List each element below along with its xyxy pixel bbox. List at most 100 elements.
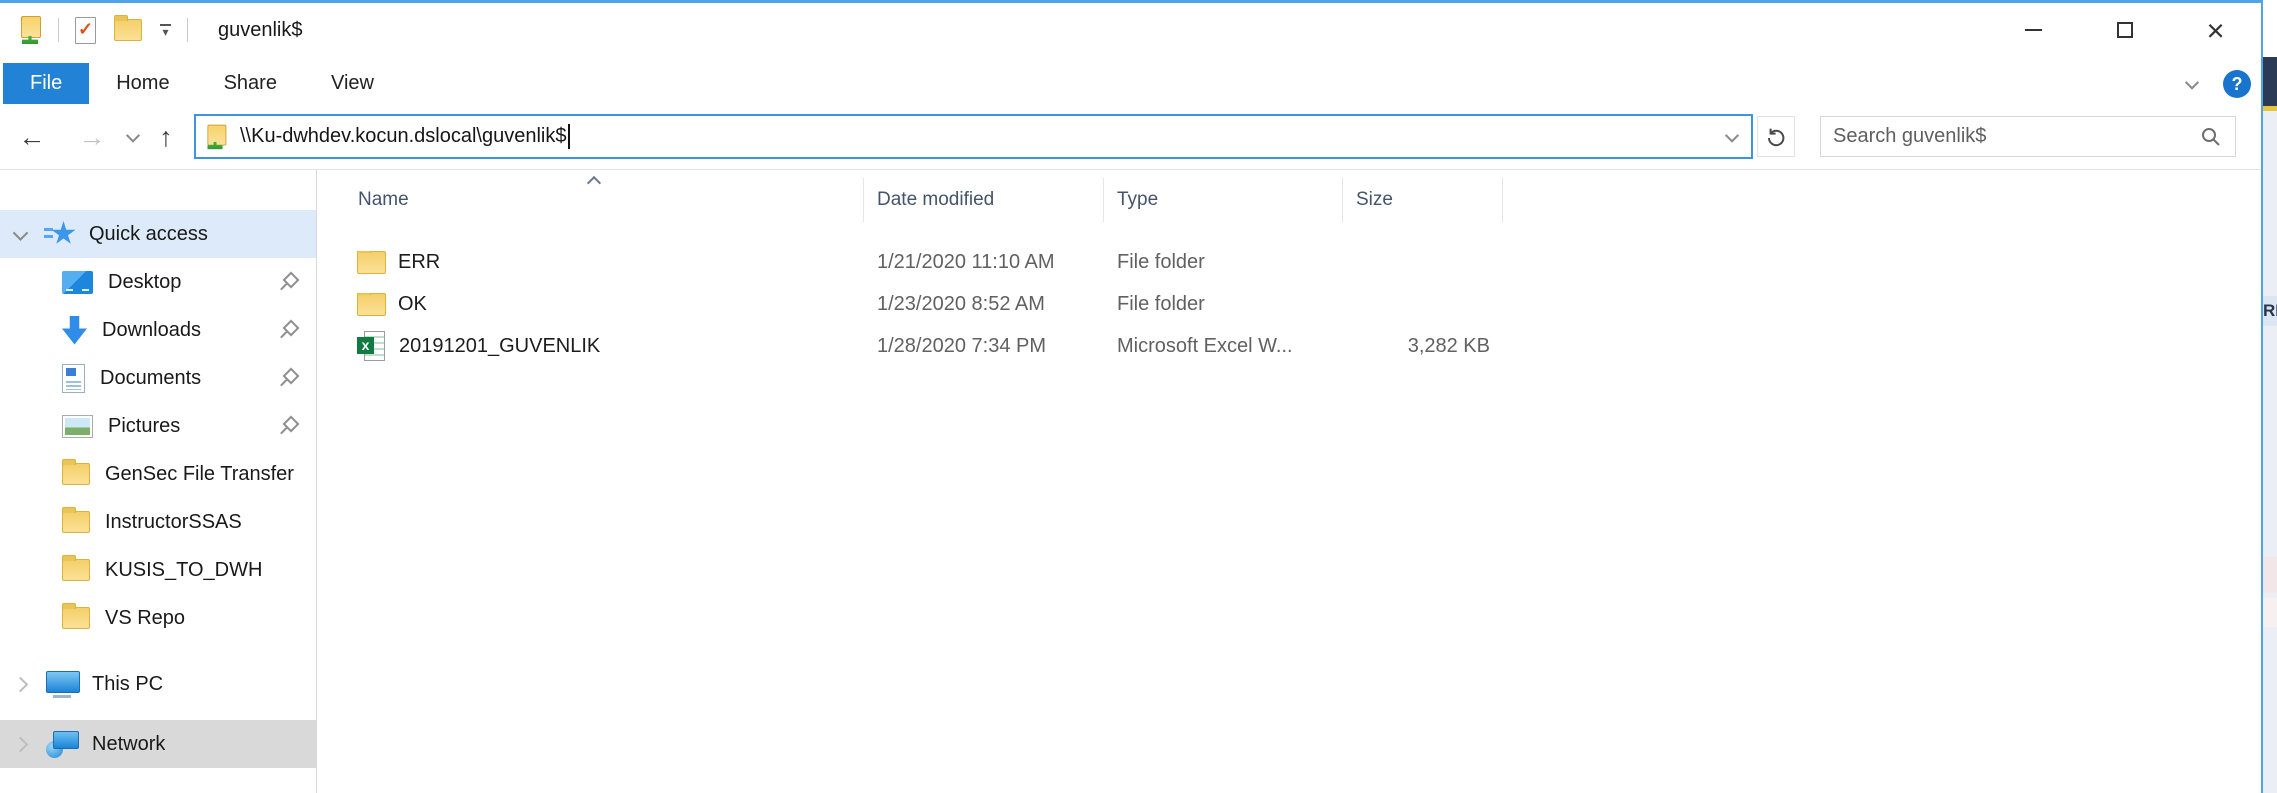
file-type: File folder	[1104, 251, 1343, 274]
up-button[interactable]: ↑	[146, 117, 186, 157]
ribbon-tab-label: File	[30, 72, 62, 94]
sidebar-item-label: VS Repo	[105, 607, 185, 630]
excel-icon	[357, 331, 387, 361]
title-bar: ▾ guvenlik$ ×	[0, 3, 2261, 57]
background-app-label: RM	[2263, 296, 2277, 326]
file-name-cell: OK	[317, 293, 864, 316]
column-header-label: Name	[358, 189, 409, 211]
file-type: File folder	[1104, 293, 1343, 316]
ribbon-tab[interactable]: File	[3, 63, 89, 104]
sidebar-item-label: InstructorSSAS	[105, 511, 242, 534]
sidebar-item-label: KUSIS_TO_DWH	[105, 559, 262, 582]
background-app-row	[2263, 598, 2277, 627]
sidebar-item-label: Quick access	[89, 223, 208, 246]
address-text[interactable]: \\Ku-dwhdev.kocun.dslocal\guvenlik$	[240, 125, 566, 148]
sidebar-item-label: Desktop	[108, 271, 181, 294]
sidebar-item[interactable]: Documents	[0, 354, 316, 402]
refresh-icon	[1764, 125, 1788, 149]
back-button[interactable]: ←	[12, 117, 52, 157]
recent-locations-chevron-icon[interactable]	[126, 128, 140, 142]
folder-icon	[62, 463, 90, 485]
folder-icon	[62, 559, 90, 581]
address-bar[interactable]: \\Ku-dwhdev.kocun.dslocal\guvenlik$	[194, 114, 1753, 159]
ribbon-tabs: File Home Share View	[0, 57, 2261, 104]
file-name: 20191201_GUVENLIK	[399, 335, 600, 358]
file-row[interactable]: ERR 1/21/2020 11:10 AM File folder	[317, 241, 2261, 283]
refresh-button[interactable]	[1757, 116, 1795, 157]
sidebar-item[interactable]: Pictures	[0, 402, 316, 450]
folder-icon	[357, 293, 386, 316]
expander-chevron-icon[interactable]	[13, 676, 29, 692]
file-type: Microsoft Excel W...	[1104, 335, 1343, 358]
this-pc-icon	[46, 671, 79, 698]
pin-icon	[282, 370, 298, 386]
sidebar-item-label: Network	[92, 733, 165, 756]
background-app-strip: RM	[2263, 0, 2277, 793]
window-controls: ×	[1988, 3, 2261, 57]
sidebar-item[interactable]: GenSec File Transfer	[0, 450, 316, 498]
sidebar-item[interactable]: Desktop	[0, 258, 316, 306]
sidebar-item[interactable]: Quick access	[0, 210, 316, 258]
file-row[interactable]: 20191201_GUVENLIK 1/28/2020 7:34 PM Micr…	[317, 325, 2261, 367]
sidebar-item[interactable]: Downloads	[0, 306, 316, 354]
search-box[interactable]	[1820, 116, 2236, 157]
sidebar-item[interactable]: InstructorSSAS	[0, 498, 316, 546]
sidebar-item[interactable]: VS Repo	[0, 594, 316, 642]
content-area: Quick access Desktop Downloads	[0, 170, 2261, 793]
background-app-body: RM	[2263, 111, 2277, 793]
network-icon	[46, 731, 79, 758]
sidebar-list: Quick access Desktop Downloads	[0, 210, 316, 768]
file-rows: ERR 1/21/2020 11:10 AM File folder OK 1/…	[317, 241, 2261, 367]
folder-icon	[62, 607, 90, 629]
properties-icon[interactable]	[75, 17, 96, 44]
minimize-icon	[2025, 29, 2042, 31]
documents-icon	[62, 364, 85, 393]
expand-ribbon-chevron-icon[interactable]	[2185, 76, 2199, 90]
sidebar-item[interactable]: KUSIS_TO_DWH	[0, 546, 316, 594]
file-name-cell: ERR	[317, 251, 864, 274]
maximize-icon	[2117, 22, 2133, 38]
toolbar-separator	[187, 18, 188, 42]
file-date-modified: 1/23/2020 8:52 AM	[864, 293, 1104, 316]
background-app-header	[2263, 57, 2277, 106]
search-input[interactable]	[1833, 125, 2199, 148]
expander-chevron-icon[interactable]	[13, 736, 29, 752]
file-date-modified: 1/28/2020 7:34 PM	[864, 335, 1104, 358]
sidebar-item-label: GenSec File Transfer	[105, 463, 294, 486]
downloads-icon	[62, 316, 87, 345]
minimize-button[interactable]	[1988, 3, 2079, 57]
ribbon-tab-label: Home	[116, 72, 169, 94]
forward-button[interactable]: →	[72, 117, 112, 157]
column-header-label: Date modified	[877, 189, 994, 211]
customize-quick-access-toolbar-icon[interactable]: ▾	[160, 24, 171, 36]
help-icon[interactable]: ?	[2223, 70, 2251, 98]
window-title: guvenlik$	[218, 19, 303, 42]
search-icon	[2199, 125, 2223, 149]
file-name: OK	[398, 293, 427, 316]
ribbon-tab[interactable]: View	[304, 63, 401, 104]
address-dropdown-chevron-icon[interactable]	[1725, 128, 1739, 142]
expander-chevron-icon[interactable]	[13, 225, 29, 241]
file-date-modified: 1/21/2020 11:10 AM	[864, 251, 1104, 274]
column-header-label: Size	[1356, 189, 1393, 211]
ribbon-tab-label: View	[331, 72, 374, 94]
background-app-row	[2263, 557, 2277, 593]
column-header-size[interactable]: Size	[1343, 178, 1503, 222]
close-icon: ×	[2206, 15, 2224, 46]
ribbon-tab-strip: File Home Share View ?	[0, 57, 2261, 104]
column-header-type[interactable]: Type	[1104, 178, 1343, 222]
toolbar-separator	[58, 18, 59, 42]
sidebar-item-label: Pictures	[108, 415, 180, 438]
sidebar-item[interactable]: Network	[0, 720, 316, 768]
maximize-button[interactable]	[2079, 3, 2170, 57]
close-button[interactable]: ×	[2170, 3, 2261, 57]
ribbon-tab[interactable]: Home	[89, 63, 196, 104]
new-folder-icon[interactable]	[114, 19, 142, 41]
column-header-date-modified[interactable]: Date modified	[864, 178, 1104, 222]
column-headers: Name Date modified Type Size	[317, 170, 2261, 230]
ribbon-tab[interactable]: Share	[197, 63, 304, 104]
file-row[interactable]: OK 1/23/2020 8:52 AM File folder	[317, 283, 2261, 325]
sidebar-item-label: Downloads	[102, 319, 201, 342]
sidebar-item[interactable]: This PC	[0, 660, 316, 708]
file-name-cell: 20191201_GUVENLIK	[317, 331, 864, 361]
